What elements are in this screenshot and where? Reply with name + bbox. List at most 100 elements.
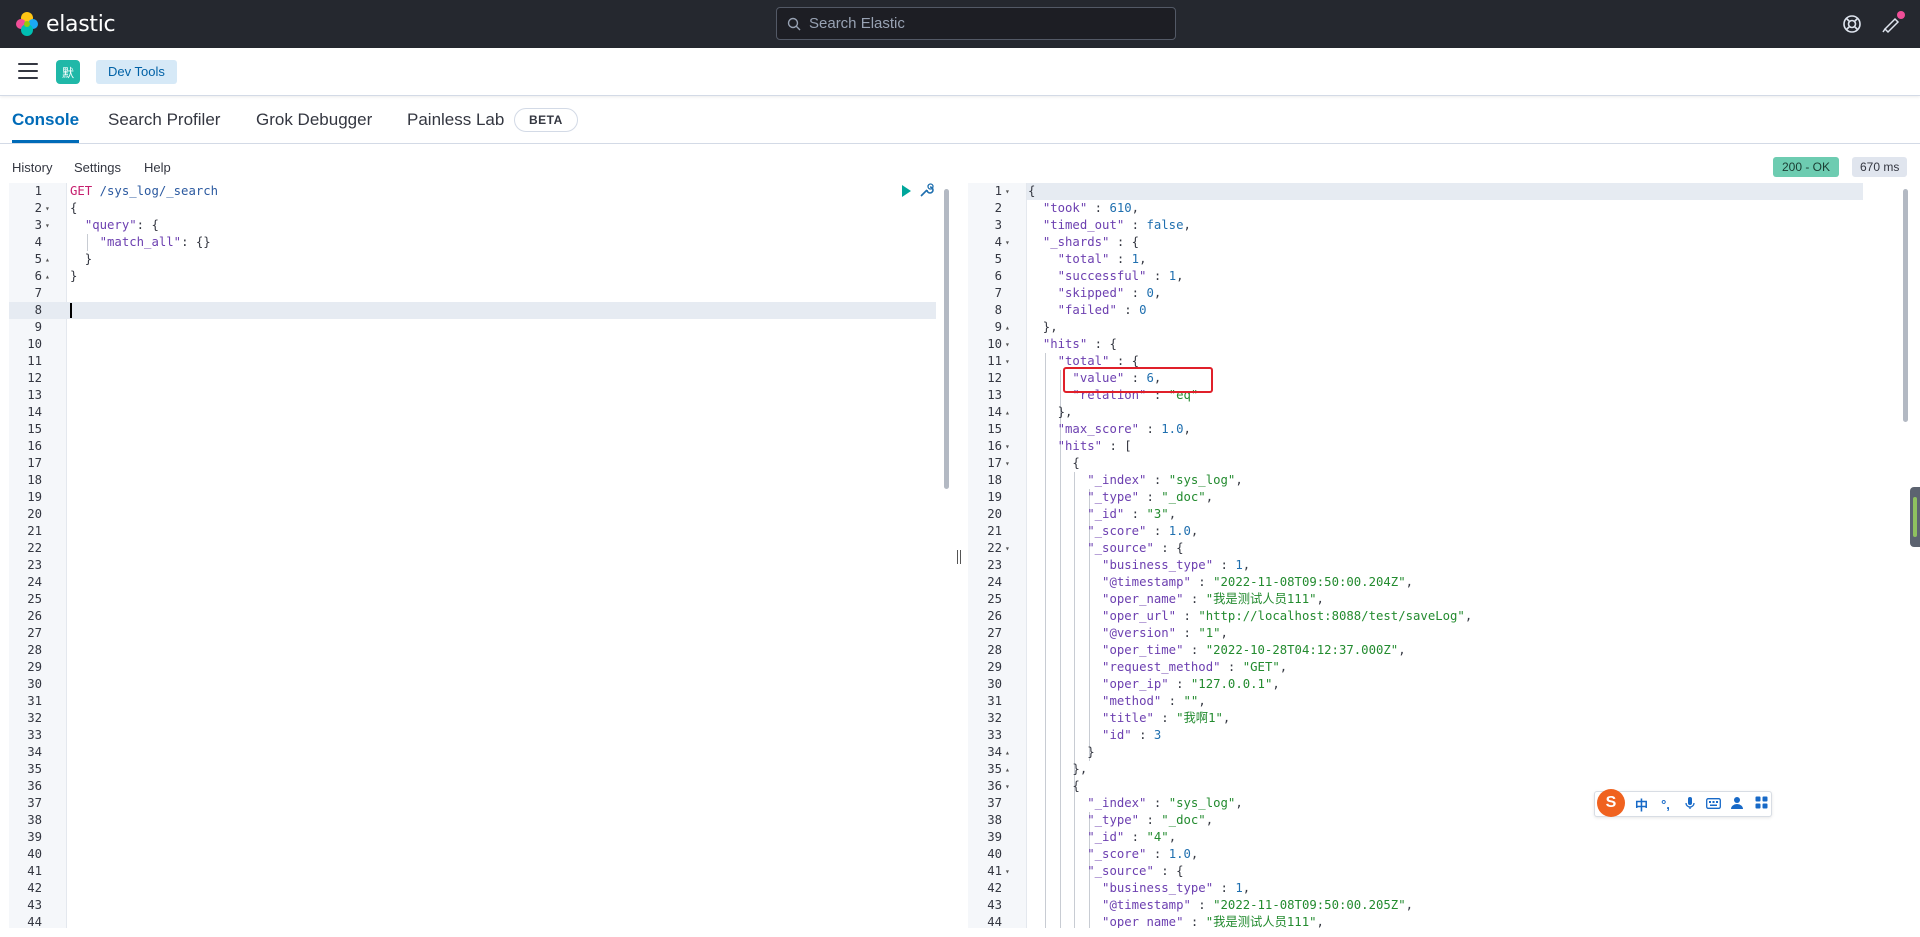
fold-toggle-icon[interactable]: ▾ <box>1005 863 1010 880</box>
line-number: 22 <box>27 541 42 555</box>
tab-console[interactable]: Console <box>12 97 80 143</box>
line-number: 28 <box>27 643 42 657</box>
line-number: 27 <box>987 626 1002 640</box>
ime-language-button[interactable]: 中 <box>1634 795 1649 814</box>
line-number: 44 <box>987 915 1002 928</box>
elastic-logo-icon <box>16 12 38 36</box>
code-text: }, <box>1028 405 1073 419</box>
line-number: 41 <box>987 864 1002 878</box>
settings-link[interactable]: Settings <box>74 160 121 175</box>
code-text: "oper_ip" : "127.0.0.1", <box>1102 677 1280 691</box>
fold-toggle-icon[interactable]: ▴ <box>1005 761 1010 778</box>
line-number: 13 <box>987 388 1002 402</box>
fold-toggle-icon[interactable]: ▴ <box>1005 404 1010 421</box>
code-text: "@timestamp" : "2022-11-08T09:50:00.205Z… <box>1102 898 1414 912</box>
code-text: "max_score" : 1.0, <box>1057 422 1191 436</box>
code-text: "oper_name" : "我是测试人员111", <box>1102 592 1324 606</box>
line-number: 32 <box>987 711 1002 725</box>
code-text: "took" : 610, <box>1042 201 1140 215</box>
line-number: 6 <box>34 269 42 283</box>
news-feed-button[interactable] <box>1881 11 1905 35</box>
ime-mic-icon[interactable] <box>1682 796 1697 813</box>
code-text: "@timestamp" : "2022-11-08T09:50:00.204Z… <box>1102 575 1414 589</box>
fold-toggle-icon[interactable]: ▾ <box>1005 778 1010 795</box>
history-link[interactable]: History <box>12 160 52 175</box>
wrench-icon[interactable] <box>918 183 936 199</box>
line-number: 44 <box>27 915 42 928</box>
request-editor[interactable]: 1 GET /sys_log/_search 2 ▾ {3 ▾ "query": {4 "… <box>9 183 950 928</box>
line-number: 31 <box>27 694 42 708</box>
ime-user-icon[interactable] <box>1730 796 1745 813</box>
tab-grok-debugger[interactable]: Grok Debugger <box>256 97 372 143</box>
code-text: "successful" : 1, <box>1057 269 1184 283</box>
space-avatar[interactable]: 默 <box>56 60 80 84</box>
ime-keyboard-icon[interactable] <box>1706 797 1721 812</box>
menu-icon[interactable] <box>18 63 38 81</box>
code-text: "hits" : [ <box>1057 439 1132 453</box>
fold-toggle-icon[interactable]: ▾ <box>1005 336 1010 353</box>
line-number: 18 <box>27 473 42 487</box>
line-number: 3 <box>34 218 42 232</box>
tab-search-profiler[interactable]: Search Profiler <box>108 97 220 143</box>
line-number: 17 <box>987 456 1002 470</box>
request-scrollbar[interactable] <box>944 189 949 489</box>
line-number: 34 <box>27 745 42 759</box>
fold-toggle-icon[interactable]: ▾ <box>45 217 50 234</box>
side-panel-tab[interactable] <box>1910 487 1920 547</box>
beta-badge: BETA <box>514 108 578 132</box>
code-text: "_score" : 1.0, <box>1087 847 1199 861</box>
fold-toggle-icon[interactable]: ▴ <box>45 268 50 285</box>
code-text: } <box>1028 745 1095 759</box>
devtools-tabs: Console Search Profiler Grok Debugger Pa… <box>0 97 1920 144</box>
code-text: "_type" : "_doc", <box>1087 813 1214 827</box>
line-number: 33 <box>27 728 42 742</box>
top-header: elastic <box>0 0 1920 48</box>
fold-toggle-icon[interactable]: ▾ <box>1005 455 1010 472</box>
help-icon[interactable] <box>1841 13 1863 35</box>
line-number: 3 <box>994 218 1002 232</box>
response-scrollbar[interactable] <box>1903 189 1908 422</box>
fold-toggle-icon[interactable]: ▾ <box>1005 183 1010 200</box>
fold-toggle-icon[interactable]: ▾ <box>1005 234 1010 251</box>
fold-toggle-icon[interactable]: ▴ <box>1005 744 1010 761</box>
line-number: 13 <box>27 388 42 402</box>
line-number: 20 <box>27 507 42 521</box>
line-number: 7 <box>994 286 1002 300</box>
fold-toggle-icon[interactable]: ▾ <box>1005 353 1010 370</box>
fold-toggle-icon[interactable]: ▾ <box>1005 438 1010 455</box>
line-number: 16 <box>987 439 1002 453</box>
line-number: 30 <box>987 677 1002 691</box>
global-search[interactable] <box>776 7 1176 40</box>
code-text: "match_all": {} <box>99 235 211 249</box>
elastic-logo[interactable]: elastic <box>14 11 116 37</box>
line-number: 34 <box>987 745 1002 759</box>
line-number: 18 <box>987 473 1002 487</box>
fold-toggle-icon[interactable]: ▾ <box>1005 540 1010 557</box>
line-number: 24 <box>27 575 42 589</box>
tab-painless-lab[interactable]: Painless Lab <box>407 97 504 143</box>
line-number: 15 <box>27 422 42 436</box>
fold-toggle-icon[interactable]: ▾ <box>45 200 50 217</box>
line-number: 42 <box>27 881 42 895</box>
line-number: 5 <box>34 252 42 266</box>
ime-punctuation-button[interactable]: °, <box>1658 797 1673 812</box>
ime-grid-icon[interactable] <box>1754 796 1769 812</box>
line-number: 4 <box>34 235 42 249</box>
line-number: 28 <box>987 643 1002 657</box>
line-number: 1 <box>994 184 1002 198</box>
split-handle[interactable] <box>957 550 963 564</box>
code-text: "timed_out" : false, <box>1042 218 1191 232</box>
code-text: { <box>1028 779 1080 793</box>
code-text: "request_method" : "GET", <box>1102 660 1288 674</box>
help-link[interactable]: Help <box>144 160 171 175</box>
fold-toggle-icon[interactable]: ▴ <box>1005 319 1010 336</box>
code-text: "_id" : "3", <box>1087 507 1177 521</box>
ime-logo[interactable]: S <box>1597 789 1625 817</box>
line-number: 7 <box>34 286 42 300</box>
line-number: 29 <box>27 660 42 674</box>
search-input[interactable] <box>809 15 1149 32</box>
text-cursor <box>70 303 72 318</box>
fold-toggle-icon[interactable]: ▴ <box>45 251 50 268</box>
play-icon[interactable] <box>898 183 914 199</box>
logo-text: elastic <box>46 11 116 37</box>
